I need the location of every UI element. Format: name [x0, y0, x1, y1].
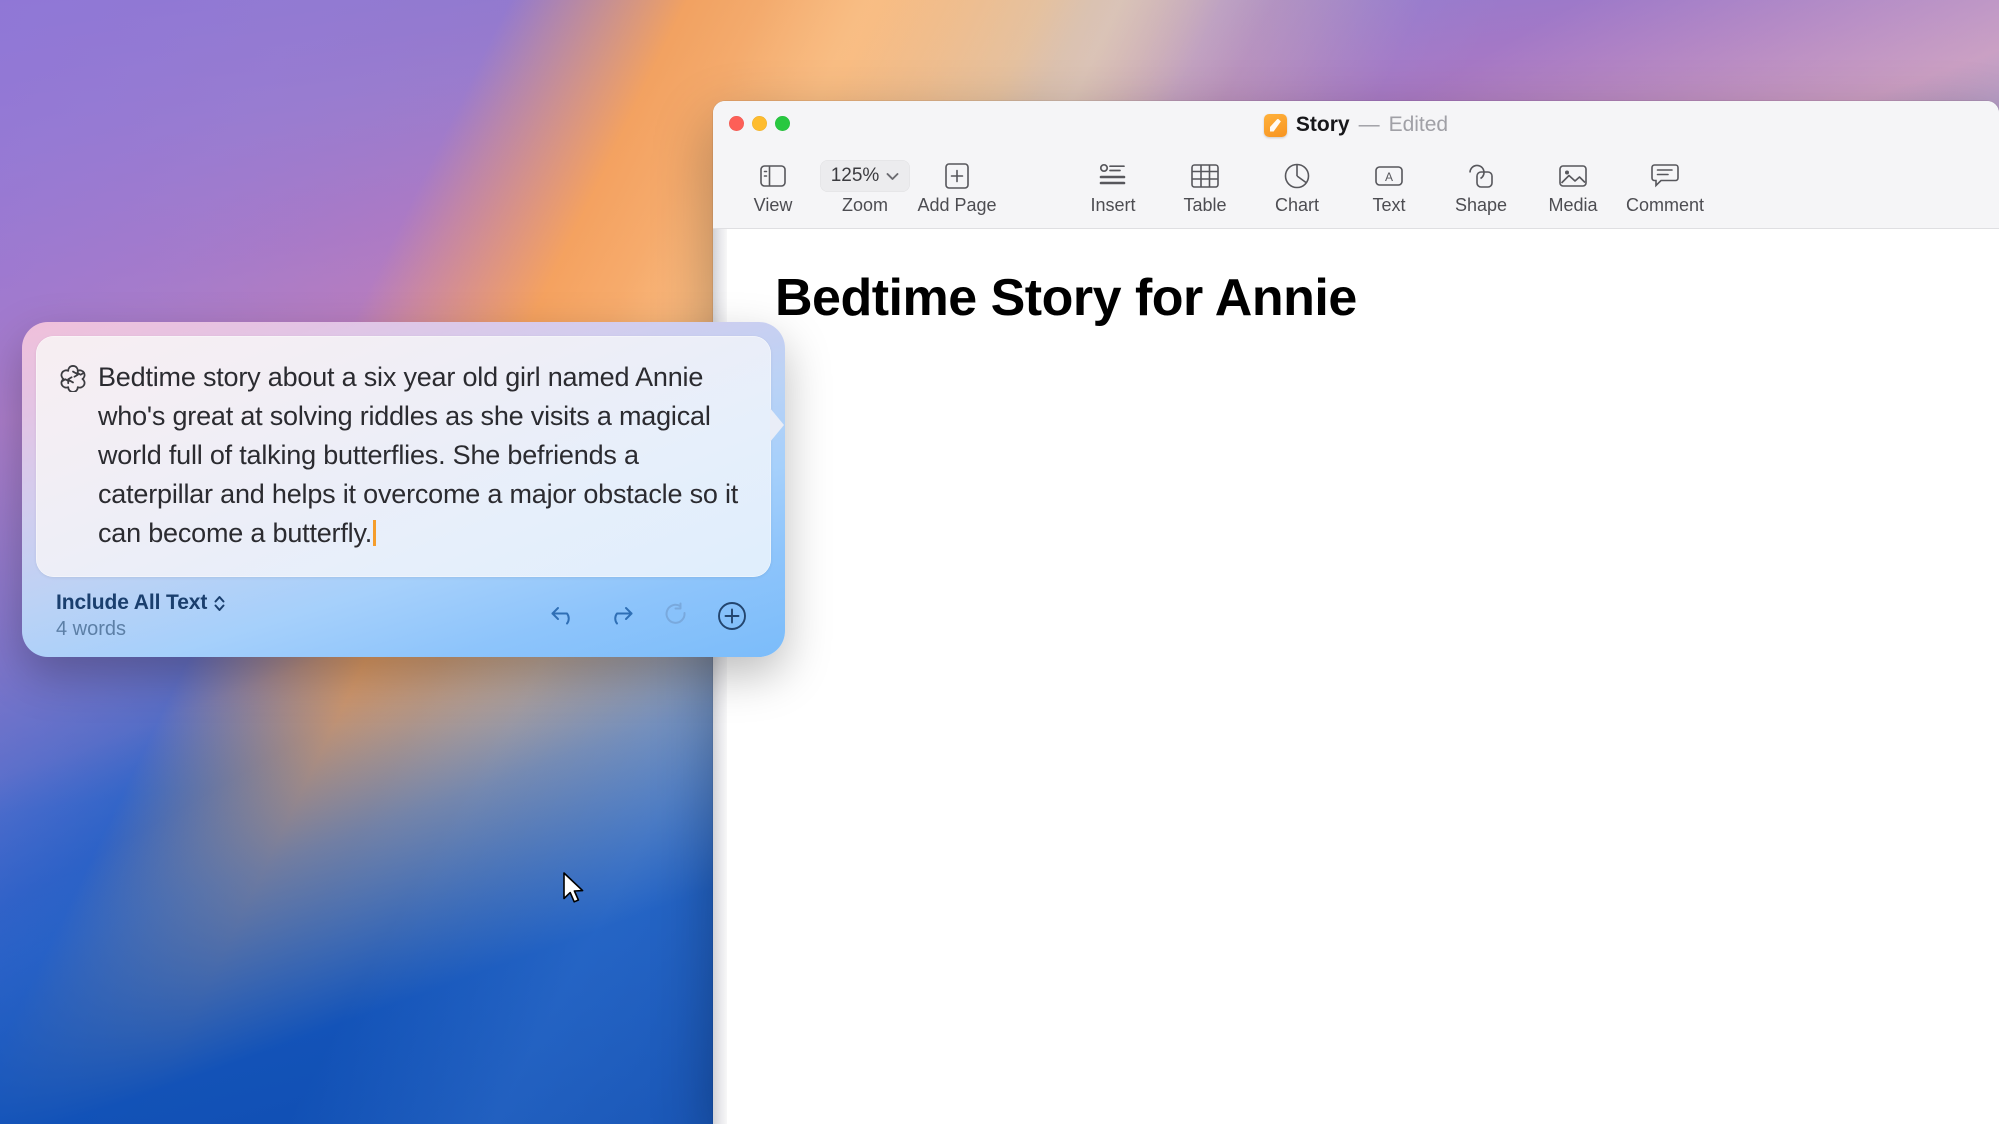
svg-text:A: A — [1385, 170, 1393, 184]
toolbar-label-media: Media — [1548, 195, 1597, 216]
comment-icon — [1651, 159, 1679, 193]
openai-logo-icon — [58, 362, 88, 553]
toolbar-item-text[interactable]: A Text — [1343, 153, 1435, 216]
toolbar-label-comment: Comment — [1626, 195, 1704, 216]
document-title-status: Edited — [1389, 112, 1449, 138]
media-icon — [1559, 159, 1587, 193]
popup-footer: Include All Text 4 words — [36, 577, 771, 657]
mouse-cursor-icon — [562, 872, 588, 913]
toolbar-item-insert[interactable]: Insert — [1067, 153, 1159, 216]
shape-icon — [1467, 159, 1495, 193]
text-box-icon: A — [1375, 159, 1403, 193]
toolbar-label-add-page: Add Page — [917, 195, 996, 216]
word-count-label: 4 words — [56, 618, 226, 641]
toolbar-item-table[interactable]: Table — [1159, 153, 1251, 216]
toolbar-label-zoom: Zoom — [842, 195, 888, 216]
toolbar-item-media[interactable]: Media — [1527, 153, 1619, 216]
toolbar-label-table: Table — [1183, 195, 1226, 216]
zoom-level-value: 125% — [831, 165, 880, 187]
toolbar-label-insert: Insert — [1090, 195, 1135, 216]
toolbar-item-shape[interactable]: Shape — [1435, 153, 1527, 216]
toolbar: View 125% Zoom — [713, 151, 1999, 229]
toolbar-item-view[interactable]: View — [727, 153, 819, 216]
include-text-label: Include All Text — [56, 591, 207, 615]
prompt-text: Bedtime story about a six year old girl … — [98, 362, 738, 548]
regenerate-button[interactable] — [659, 599, 693, 633]
desktop: Story — Edited View — [0, 0, 1999, 1124]
toolbar-item-chart[interactable]: Chart — [1251, 153, 1343, 216]
toolbar-label-shape: Shape — [1455, 195, 1507, 216]
document-canvas[interactable]: Bedtime Story for Annie — [713, 229, 1999, 1124]
document-title-name: Story — [1296, 112, 1350, 138]
window-titlebar[interactable]: Story — Edited — [713, 101, 1999, 151]
prompt-bubble[interactable]: Bedtime story about a six year old girl … — [36, 336, 771, 577]
sidebar-icon — [760, 159, 786, 193]
popup-actions — [547, 599, 755, 633]
redo-button[interactable] — [603, 599, 637, 633]
pages-document-icon — [1264, 114, 1287, 137]
chevron-down-icon — [886, 172, 899, 181]
toolbar-item-comment[interactable]: Comment — [1619, 153, 1711, 216]
undo-button[interactable] — [547, 599, 581, 633]
insert-icon — [1099, 159, 1127, 193]
include-text-dropdown[interactable]: Include All Text — [56, 591, 226, 615]
pages-window[interactable]: Story — Edited View — [713, 101, 1999, 1124]
zoom-value-control[interactable]: 125% — [820, 159, 911, 193]
chevron-up-down-icon — [213, 594, 226, 613]
insert-button[interactable] — [715, 599, 749, 633]
document-title: Story — Edited — [713, 112, 1999, 138]
chart-icon — [1284, 159, 1310, 193]
prompt-text-caret — [373, 520, 376, 546]
chatgpt-popup-panel[interactable]: Bedtime story about a six year old girl … — [22, 322, 785, 657]
document-title-dash: — — [1359, 112, 1380, 138]
document-page[interactable]: Bedtime Story for Annie — [727, 229, 1999, 1124]
popup-footer-left: Include All Text 4 words — [56, 591, 226, 641]
toolbar-label-view: View — [754, 195, 793, 216]
add-page-icon — [945, 159, 969, 193]
toolbar-label-chart: Chart — [1275, 195, 1319, 216]
page-title: Bedtime Story for Annie — [775, 271, 1999, 326]
toolbar-label-text: Text — [1372, 195, 1405, 216]
prompt-text-area[interactable]: Bedtime story about a six year old girl … — [98, 358, 745, 553]
table-icon — [1191, 159, 1219, 193]
toolbar-item-add-page[interactable]: Add Page — [911, 153, 1003, 216]
toolbar-item-zoom[interactable]: 125% Zoom — [819, 153, 911, 216]
